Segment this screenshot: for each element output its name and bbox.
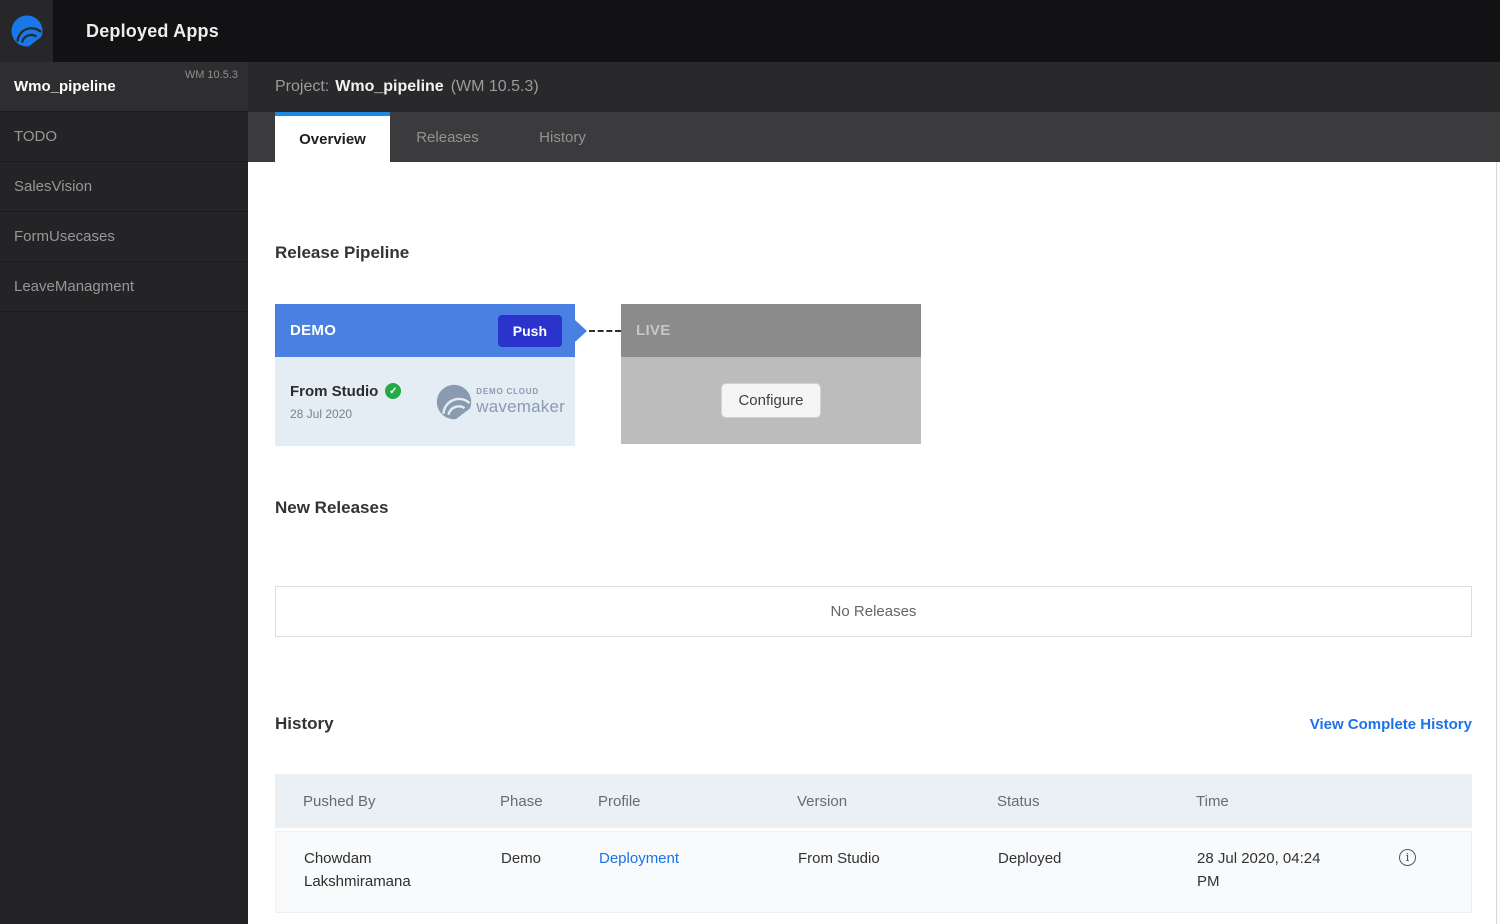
project-name: Wmo_pipeline (335, 78, 443, 96)
sidebar-item-formusecases[interactable]: FormUsecases (0, 212, 248, 262)
column-header-version: Version (797, 793, 997, 810)
tab-label: Releases (416, 129, 479, 146)
push-button[interactable]: Push (498, 315, 562, 347)
release-pipeline: DEMO Push From Studio ✓ 28 Jul 2020 (275, 304, 1472, 446)
no-releases-text: No Releases (831, 603, 917, 620)
tab-overview[interactable]: Overview (275, 112, 390, 162)
sidebar-item-label: LeaveManagment (14, 278, 134, 295)
demo-cloud-logo: DEMO CLOUD wavemaker (434, 382, 565, 422)
cell-status: Deployed (998, 847, 1197, 893)
live-stage-body: Configure (621, 357, 921, 444)
sidebar-item-label: TODO (14, 128, 57, 145)
column-header-status: Status (997, 793, 1196, 810)
column-header-time: Time (1196, 793, 1370, 810)
tab-history[interactable]: History (505, 112, 620, 162)
projects-sidebar: WM 10.5.3 Wmo_pipeline TODO SalesVision … (0, 62, 248, 924)
column-header-phase: Phase (500, 793, 598, 810)
wavemaker-logo-icon (9, 13, 45, 49)
success-check-icon: ✓ (385, 383, 401, 399)
demo-cloud-label: DEMO CLOUD (476, 387, 565, 396)
info-icon[interactable]: i (1399, 849, 1416, 866)
column-header-pushed-by: Pushed By (275, 793, 500, 810)
sidebar-item-todo[interactable]: TODO (0, 112, 248, 162)
demo-stage-title: DEMO (290, 322, 336, 339)
pipeline-arrow-icon (575, 320, 587, 342)
column-header-profile: Profile (598, 793, 797, 810)
sidebar-item-label: FormUsecases (14, 228, 115, 245)
tab-label: History (539, 129, 586, 146)
release-pipeline-heading: Release Pipeline (275, 243, 1472, 263)
wavemaker-cloud-icon (434, 382, 474, 422)
view-complete-history-link[interactable]: View Complete History (1310, 716, 1472, 733)
top-bar: Deployed Apps (0, 0, 1500, 62)
project-header: Project: Wmo_pipeline (WM 10.5.3) (248, 62, 1500, 112)
history-header-row: History View Complete History (275, 714, 1472, 734)
release-date: 28 Jul 2020 (290, 407, 401, 421)
cell-pushed-by: Chowdam Lakshmiramana (276, 847, 501, 893)
demo-stage-body: From Studio ✓ 28 Jul 2020 (275, 357, 575, 446)
tab-releases[interactable]: Releases (390, 112, 505, 162)
project-prefix: Project: (275, 78, 329, 96)
no-releases-box: No Releases (275, 586, 1472, 637)
sidebar-item-wmo-pipeline[interactable]: WM 10.5.3 Wmo_pipeline (0, 62, 248, 112)
cell-phase: Demo (501, 847, 599, 893)
wavemaker-brand-label: wavemaker (476, 397, 565, 417)
cell-version: From Studio (798, 847, 998, 893)
table-row: Chowdam Lakshmiramana Demo Deployment Fr… (275, 831, 1472, 913)
history-table-header: Pushed By Phase Profile Version Status T… (275, 774, 1472, 828)
demo-release-info: From Studio ✓ 28 Jul 2020 (290, 383, 401, 421)
project-version: (WM 10.5.3) (451, 78, 539, 96)
demo-stage-card: DEMO Push From Studio ✓ 28 Jul 2020 (275, 304, 575, 446)
release-source-label: From Studio (290, 383, 378, 400)
main-panel: Project: Wmo_pipeline (WM 10.5.3) Overvi… (248, 62, 1500, 924)
tab-bar: Overview Releases History (248, 112, 1500, 162)
demo-stage-header: DEMO Push (275, 304, 575, 357)
sidebar-item-label: SalesVision (14, 178, 92, 195)
sidebar-item-salesvision[interactable]: SalesVision (0, 162, 248, 212)
live-stage-card: LIVE Configure (621, 304, 921, 444)
sidebar-item-label: Wmo_pipeline (14, 78, 116, 95)
sidebar-item-leavemanagment[interactable]: LeaveManagment (0, 262, 248, 312)
history-heading: History (275, 714, 334, 734)
app-logo[interactable] (0, 0, 53, 62)
scrollbar-track[interactable] (1496, 162, 1500, 924)
cell-time: 28 Jul 2020, 04:24 PM (1197, 847, 1371, 893)
overview-content: Release Pipeline DEMO Push From Studio ✓… (248, 162, 1500, 924)
live-stage-title: LIVE (636, 322, 671, 339)
new-releases-heading: New Releases (275, 498, 1472, 518)
tab-label: Overview (299, 131, 366, 148)
pipeline-connector-line (589, 330, 621, 332)
configure-button[interactable]: Configure (721, 383, 820, 418)
history-table: Pushed By Phase Profile Version Status T… (275, 774, 1472, 913)
page-title: Deployed Apps (86, 21, 219, 42)
project-version-badge: WM 10.5.3 (185, 69, 238, 81)
live-stage-header: LIVE (621, 304, 921, 357)
deployment-profile-link[interactable]: Deployment (599, 850, 679, 867)
